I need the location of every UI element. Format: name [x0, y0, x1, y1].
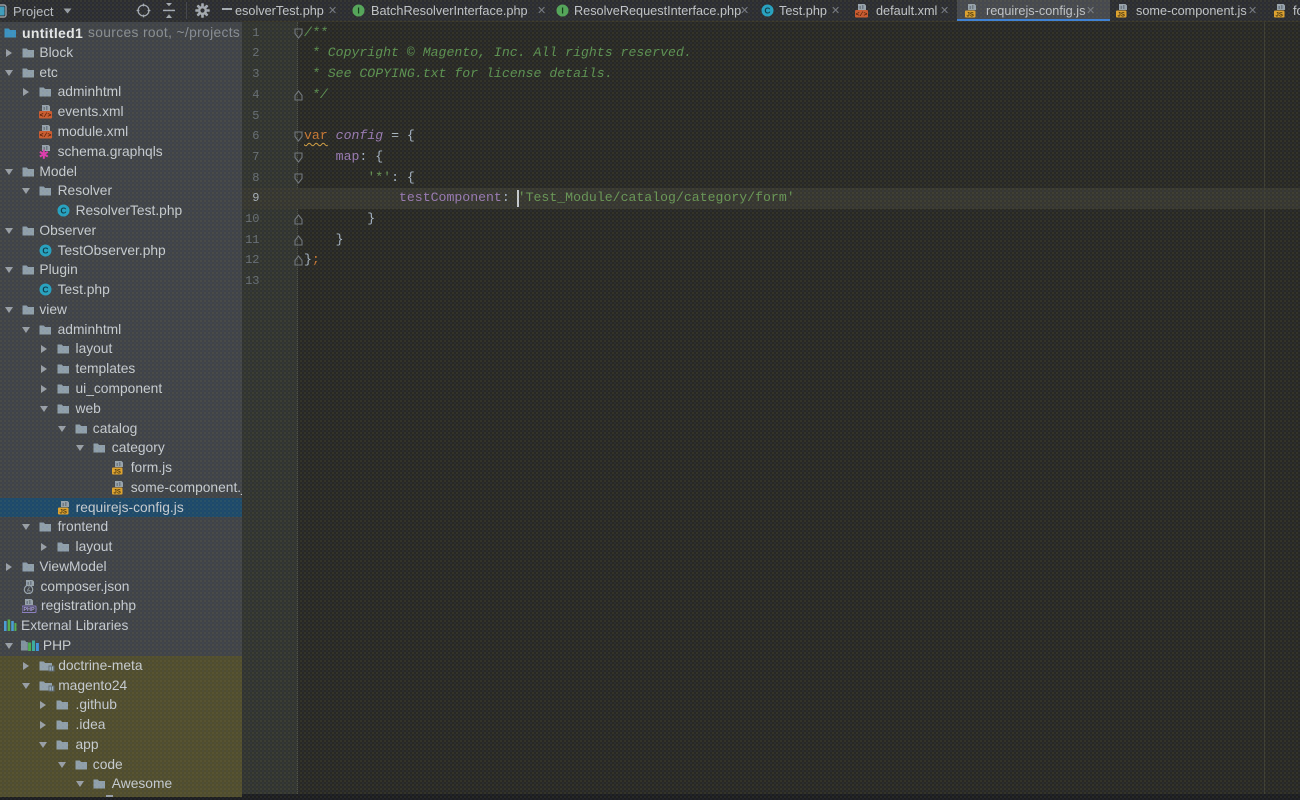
- svg-text:JS: JS: [59, 509, 66, 515]
- svg-text:C: C: [43, 285, 49, 295]
- svg-text:JS: JS: [1276, 12, 1283, 18]
- svg-text:I: I: [357, 6, 359, 16]
- svg-text:I: I: [561, 6, 563, 16]
- svg-text:𝄞: 𝄞: [26, 585, 31, 594]
- svg-text:JS: JS: [967, 12, 974, 18]
- svg-text:JS: JS: [114, 469, 121, 475]
- svg-text:JS: JS: [114, 489, 121, 495]
- svg-text:JS: JS: [1118, 12, 1125, 18]
- svg-text:C: C: [60, 206, 66, 216]
- svg-text:</>: </>: [856, 11, 868, 18]
- svg-text:</>: </>: [40, 112, 52, 119]
- svg-text:PHP: PHP: [23, 608, 35, 614]
- svg-text:C: C: [764, 6, 770, 16]
- svg-text:C: C: [43, 245, 49, 255]
- svg-text:</>: </>: [40, 132, 52, 139]
